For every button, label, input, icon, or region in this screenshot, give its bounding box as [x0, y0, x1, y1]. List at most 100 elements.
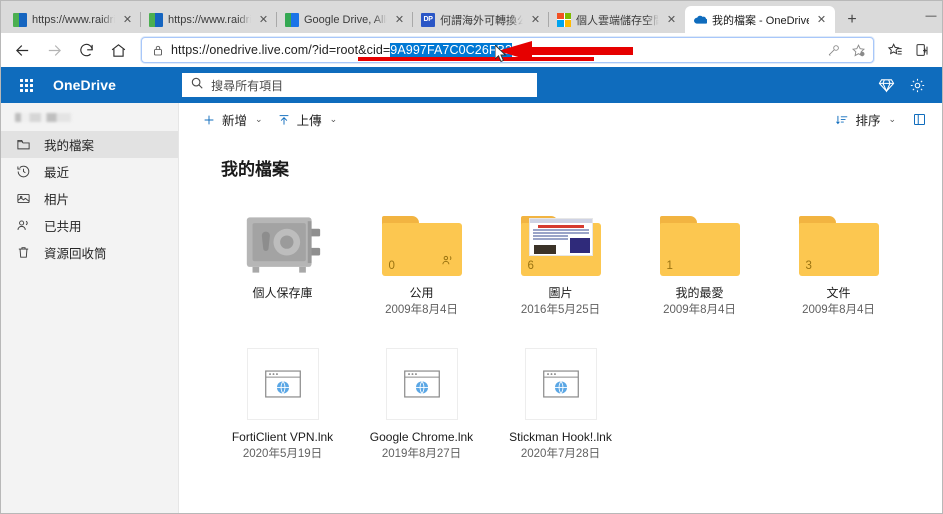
folder-icon: 3: [798, 216, 879, 276]
close-tab-icon[interactable]: ✕: [256, 12, 271, 27]
close-tab-icon[interactable]: ✕: [528, 12, 543, 27]
diamond-icon[interactable]: [878, 77, 895, 94]
tab-title: https://www.raidrive.co: [32, 13, 115, 26]
search-placeholder: 搜尋所有項目: [211, 78, 284, 93]
sort-button[interactable]: 排序 ⌄: [828, 106, 903, 133]
browser-tab[interactable]: Google Drive, Allowed ✕: [277, 6, 413, 33]
forward-icon[interactable]: [39, 36, 69, 64]
browser-tab[interactable]: DP 何謂海外可轉換公司債 ✕: [413, 6, 549, 33]
home-icon[interactable]: [103, 36, 133, 64]
file-tile-shortcut[interactable]: FortiClient VPN.lnk 2020年5月19日: [221, 346, 344, 464]
file-name: Stickman Hook!.lnk: [509, 429, 612, 444]
add-favorite-icon[interactable]: [847, 39, 869, 61]
thumbnail: [521, 347, 601, 420]
file-date: 2019年8月27日: [381, 448, 462, 461]
onedrive-icon: [693, 13, 707, 27]
main-content: 新增 ⌄ 上傳 ⌄ 排序 ⌄ 我的檔案 個人保存庫 0 公用 2009年8月4日…: [179, 103, 942, 513]
blurred-username: [15, 112, 71, 122]
chevron-down-icon[interactable]: ⌄: [255, 114, 263, 125]
sidebar-item-label: 相片: [44, 193, 70, 207]
view-options-button[interactable]: [905, 108, 934, 131]
sidebar-item-shared[interactable]: 已共用: [1, 212, 178, 239]
lock-icon: [150, 44, 166, 57]
file-date: 2009年8月4日: [663, 304, 736, 317]
file-tile-shortcut[interactable]: Stickman Hook!.lnk 2020年7月28日: [499, 346, 622, 464]
sidebar-item-recycle-bin[interactable]: 資源回收筒: [1, 239, 178, 266]
search-input[interactable]: 搜尋所有項目: [182, 73, 538, 97]
close-tab-icon[interactable]: ✕: [392, 12, 407, 27]
new-button[interactable]: 新增 ⌄: [195, 106, 270, 133]
trash-icon: [15, 245, 32, 260]
raidrive-icon: [13, 12, 27, 27]
browser-tab[interactable]: https://www.raidrive.co ✕: [5, 6, 141, 33]
file-date: 2009年8月4日: [385, 304, 458, 317]
clock-icon: [15, 164, 32, 179]
search-icon: [190, 76, 204, 95]
url-selected-cid: 9A997FA7C0C26FB2: [390, 43, 513, 57]
close-tab-icon[interactable]: ✕: [814, 12, 829, 27]
onedrive-suite-bar: OneDrive 搜尋所有項目: [1, 67, 942, 103]
app-body: 我的檔案 最近 相片 已共用 資源回收筒 新增 ⌄ 上傳 ⌄ 排序 ⌄ 我的檔案…: [1, 103, 942, 513]
onedrive-brand[interactable]: OneDrive: [53, 77, 116, 93]
chevron-down-icon[interactable]: ⌄: [330, 114, 338, 125]
thumbnail: [243, 347, 323, 420]
thumbnail: [382, 347, 462, 420]
files-area: 我的檔案 個人保存庫 0 公用 2009年8月4日 6 圖片 2016年5月25…: [179, 137, 942, 513]
minimize-button[interactable]: —: [920, 3, 942, 29]
browser-tab[interactable]: 個人雲端儲存空間 – M ✕: [549, 6, 685, 33]
collections-icon[interactable]: [910, 37, 936, 63]
sidebar-item-recent[interactable]: 最近: [1, 158, 178, 185]
file-date: 2020年5月19日: [242, 448, 323, 461]
browser-tab[interactable]: https://www.raidrive.co ✕: [141, 6, 277, 33]
favorites-icon[interactable]: [882, 37, 908, 63]
tab-title: 我的檔案 - OneDrive: [712, 14, 809, 27]
file-tile-folder[interactable]: 3 文件 2009年8月4日: [777, 202, 900, 320]
sidebar-item-photos[interactable]: 相片: [1, 185, 178, 212]
new-tab-button[interactable]: +: [839, 7, 865, 33]
thumbnail: 3: [798, 208, 879, 276]
file-date: 2016年5月25日: [520, 304, 601, 317]
sidebar-item-label: 資源回收筒: [44, 247, 107, 261]
app-launcher-icon[interactable]: [11, 70, 41, 100]
key-icon[interactable]: [823, 39, 845, 61]
vault-safe-icon: [246, 217, 320, 273]
folder-icon: 6: [520, 216, 601, 276]
shortcut-icon: [524, 347, 597, 420]
thumbnail: 0: [381, 208, 462, 276]
tab-title: 個人雲端儲存空間 – M: [576, 14, 659, 27]
url-text: https://onedrive.live.com/?id=root&cid=9…: [166, 43, 823, 57]
file-tile-folder[interactable]: 0 公用 2009年8月4日: [360, 202, 483, 320]
upload-button[interactable]: 上傳 ⌄: [270, 106, 345, 133]
close-tab-icon[interactable]: ✕: [664, 12, 679, 27]
sort-icon: [835, 113, 849, 127]
gear-icon[interactable]: [909, 77, 926, 94]
refresh-icon[interactable]: [71, 36, 101, 64]
browser-tab-active[interactable]: 我的檔案 - OneDrive ✕: [685, 6, 835, 33]
file-tile-vault[interactable]: 個人保存庫: [221, 202, 344, 320]
tab-title: https://www.raidrive.co: [168, 13, 251, 26]
file-name: 公用: [409, 286, 434, 300]
sidebar-item-label: 我的檔案: [44, 139, 95, 153]
account-name-redacted: [1, 103, 178, 131]
thumbnail: 1: [659, 208, 740, 276]
file-tile-folder[interactable]: 6 圖片 2016年5月25日: [499, 202, 622, 320]
photo-icon: [15, 191, 32, 206]
raidrive-icon: [149, 12, 163, 27]
file-date: 2009年8月4日: [802, 304, 875, 317]
microsoft-icon: [557, 12, 571, 27]
back-icon[interactable]: [7, 36, 37, 64]
sidebar-item-my-files[interactable]: 我的檔案: [1, 131, 178, 158]
dp-icon: DP: [421, 12, 435, 27]
chevron-down-icon[interactable]: ⌄: [888, 114, 896, 125]
sidebar-item-label: 最近: [44, 166, 70, 180]
file-tile-shortcut[interactable]: Google Chrome.lnk 2019年8月27日: [360, 346, 483, 464]
people-icon: [15, 218, 32, 233]
annotation-underline: [358, 57, 594, 61]
file-name: Google Chrome.lnk: [369, 429, 474, 444]
suite-bar-actions: [878, 77, 932, 94]
close-tab-icon[interactable]: ✕: [120, 12, 135, 27]
command-bar-right: 排序 ⌄: [828, 106, 934, 133]
folder-icon: 0: [381, 216, 462, 276]
file-tile-folder[interactable]: 1 我的最愛 2009年8月4日: [638, 202, 761, 320]
new-button-label: 新增: [222, 114, 248, 128]
